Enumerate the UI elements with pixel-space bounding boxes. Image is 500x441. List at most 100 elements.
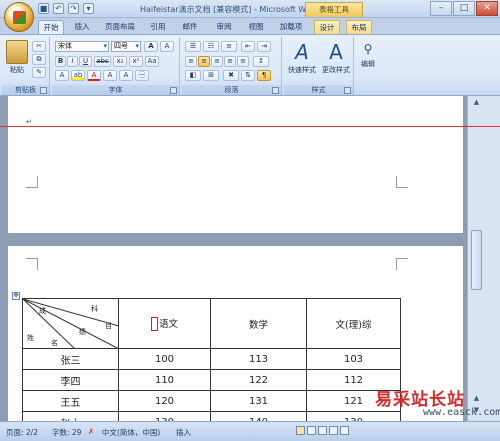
score-cell[interactable]: 113 <box>210 348 307 370</box>
increase-indent-icon[interactable]: ⇥ <box>257 41 271 52</box>
copy-icon[interactable]: ⧉ <box>32 54 46 65</box>
multilevel-list-icon[interactable]: ≡ <box>221 41 237 52</box>
scroll-thumb[interactable] <box>471 230 482 290</box>
strikethrough-button[interactable]: abc <box>94 56 111 67</box>
bold-button[interactable]: B <box>55 56 66 67</box>
draft-view-icon[interactable] <box>340 426 349 435</box>
header-chinese[interactable]: 语文 <box>118 298 211 349</box>
asian-layout-icon[interactable]: ✖ <box>223 70 239 81</box>
tab-references[interactable]: 引用 <box>146 20 170 34</box>
font-launcher-icon[interactable] <box>170 87 177 94</box>
score-cell[interactable]: 122 <box>210 369 307 391</box>
editing-button[interactable]: ⚲ 编辑 <box>356 40 380 69</box>
font-name-select[interactable]: 宋体 <box>55 41 109 52</box>
close-button[interactable]: ✕ <box>476 1 498 16</box>
show-marks-icon[interactable]: ¶ <box>257 70 271 81</box>
score-cell[interactable]: 103 <box>306 348 401 370</box>
diag-label-cheng: 成 <box>39 307 46 315</box>
clipboard-launcher-icon[interactable] <box>40 87 47 94</box>
save-icon[interactable]: ■ <box>38 3 49 14</box>
align-right-icon[interactable]: ≡ <box>211 56 223 67</box>
clear-format-button[interactable]: A <box>160 41 174 52</box>
distributed-icon[interactable]: ≡ <box>237 56 249 67</box>
justify-icon[interactable]: ≡ <box>224 56 236 67</box>
format-painter-icon[interactable]: ✎ <box>32 67 46 78</box>
paste-button[interactable]: 粘贴 <box>6 40 28 75</box>
font-color-icon[interactable]: A <box>87 70 101 81</box>
text-cursor <box>150 317 158 331</box>
tab-mailings[interactable]: 邮件 <box>178 20 202 34</box>
outline-view-icon[interactable] <box>329 426 338 435</box>
superscript-button[interactable]: x² <box>129 56 143 67</box>
web-layout-view-icon[interactable] <box>318 426 327 435</box>
customize-qat-icon[interactable]: ▾ <box>83 3 94 14</box>
page-indicator[interactable]: 页面: 2/2 <box>6 427 38 438</box>
text-effects-icon[interactable]: A <box>55 70 69 81</box>
change-styles-button[interactable]: A 更改样式 <box>319 40 353 75</box>
font-size-select[interactable]: 四号 <box>111 41 141 52</box>
align-center-icon[interactable]: ≡ <box>198 56 210 67</box>
print-layout-view-icon[interactable] <box>296 426 305 435</box>
score-cell[interactable]: 120 <box>118 390 211 412</box>
office-button[interactable] <box>4 2 34 32</box>
char-shading-icon[interactable]: A <box>103 70 117 81</box>
name-cell[interactable]: 张三 <box>22 348 119 370</box>
borders-icon[interactable]: ⊞ <box>203 70 219 81</box>
underline-button[interactable]: U <box>79 56 92 67</box>
tab-addins[interactable]: 加载项 <box>276 20 306 34</box>
scroll-up-icon[interactable]: ▲ <box>471 98 482 108</box>
align-left-icon[interactable]: ≡ <box>185 56 197 67</box>
tab-insert[interactable]: 插入 <box>70 20 94 34</box>
subscript-button[interactable]: x₂ <box>113 56 127 67</box>
paragraph-launcher-icon[interactable] <box>272 87 279 94</box>
proofing-icon[interactable]: ✗ <box>88 427 94 436</box>
vertical-scrollbar[interactable]: ▲ ▲ ▼ <box>467 96 500 421</box>
diagonal-header-cell[interactable]: 成 科 目 绩 姓 名 <box>22 298 119 349</box>
decrease-indent-icon[interactable]: ⇤ <box>241 41 255 52</box>
redo-icon[interactable]: ↷ <box>68 3 79 14</box>
tab-page-layout[interactable]: 页面布局 <box>100 20 140 34</box>
name-cell[interactable]: 赵六 <box>22 411 119 421</box>
status-bar: 页面: 2/2 字数: 29 ✗ 中文(简体，中国) 插入 <box>0 421 500 441</box>
grow-font-button[interactable]: A <box>144 41 158 52</box>
score-cell[interactable]: 131 <box>210 390 307 412</box>
document-area[interactable]: ↵ ✥ 成 科 目 绩 姓 名 语文 数学 文(理)综 张三 100 113 1… <box>0 96 467 421</box>
full-screen-view-icon[interactable] <box>307 426 316 435</box>
cut-icon[interactable]: ✂ <box>32 41 46 52</box>
header-math[interactable]: 数学 <box>210 298 307 349</box>
enclose-char-icon[interactable]: ㊀ <box>135 70 149 81</box>
numbering-icon[interactable]: ☷ <box>203 41 219 52</box>
change-case-button[interactable]: Aa <box>145 56 159 67</box>
char-border-icon[interactable]: A <box>119 70 133 81</box>
maximize-button[interactable]: □ <box>453 1 475 16</box>
tab-review[interactable]: 审阅 <box>212 20 236 34</box>
page-1[interactable]: ↵ <box>8 96 463 233</box>
word-count[interactable]: 字数: 29 <box>52 427 81 438</box>
table-move-handle-icon[interactable]: ✥ <box>12 292 20 300</box>
styles-launcher-icon[interactable] <box>344 87 351 94</box>
header-comprehensive[interactable]: 文(理)综 <box>306 298 401 349</box>
shading-icon[interactable]: ◧ <box>185 70 201 81</box>
score-cell[interactable]: 110 <box>118 369 211 391</box>
score-cell[interactable]: 130 <box>118 411 211 421</box>
change-styles-icon: A <box>329 40 343 64</box>
italic-button[interactable]: I <box>67 56 78 67</box>
tab-view[interactable]: 视图 <box>244 20 268 34</box>
line-spacing-icon[interactable]: ↕ <box>253 56 269 67</box>
bullets-icon[interactable]: ☰ <box>185 41 201 52</box>
tab-home[interactable]: 开始 <box>38 20 64 34</box>
sort-icon[interactable]: ⇅ <box>241 70 255 81</box>
tab-design[interactable]: 设计 <box>314 20 340 34</box>
insert-mode[interactable]: 插入 <box>176 427 191 438</box>
score-cell[interactable]: 140 <box>210 411 307 421</box>
quick-styles-button[interactable]: A 快速样式 <box>286 40 318 75</box>
name-cell[interactable]: 王五 <box>22 390 119 412</box>
score-cell[interactable]: 100 <box>118 348 211 370</box>
language-indicator[interactable]: 中文(简体，中国) <box>102 427 160 438</box>
tab-layout[interactable]: 布局 <box>346 20 372 34</box>
minimize-button[interactable]: – <box>430 1 452 16</box>
styles-group-label: 样式 <box>284 85 353 95</box>
undo-icon[interactable]: ↶ <box>53 3 64 14</box>
highlight-icon[interactable]: ab <box>71 70 85 81</box>
name-cell[interactable]: 李四 <box>22 369 119 391</box>
